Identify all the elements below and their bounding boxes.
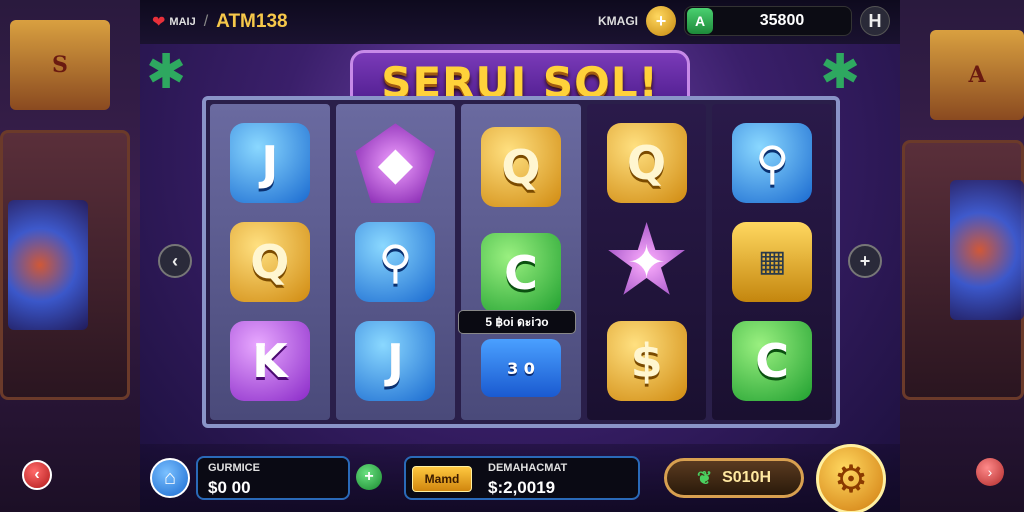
balance-value: 35800 xyxy=(759,12,805,29)
symbol-blue-ring: ⚲ xyxy=(732,123,813,204)
palm-tree-left-icon: ✱ xyxy=(146,46,187,99)
balance-panel: GURMICE $0 00 xyxy=(196,456,350,500)
symbol-purple-gem: ◆ xyxy=(355,123,436,204)
add-coins-button[interactable]: + xyxy=(646,6,676,36)
chevron-left-icon: ‹ xyxy=(172,250,178,271)
coin-icon: A xyxy=(687,8,713,34)
symbol-purple-star: ✦ xyxy=(608,221,685,295)
symbol-purple-letter-k: K xyxy=(229,320,310,401)
title-separator: / xyxy=(203,13,209,30)
plus-icon: + xyxy=(655,10,667,31)
symbol-gold-machine: ▦ xyxy=(732,221,813,302)
reel-1: J Q K xyxy=(210,104,330,420)
coins-label: KMAGI xyxy=(598,14,638,28)
symbol-blue-letter-j: J xyxy=(355,320,436,401)
back-button[interactable]: ‹ xyxy=(22,460,52,490)
chevron-left-icon: ‹ xyxy=(34,466,40,483)
brand-label: MAIJ xyxy=(169,16,196,28)
add-balance-button[interactable]: + xyxy=(356,464,382,490)
reel-2: ◆ ⚲ J xyxy=(335,104,456,420)
plus-icon: + xyxy=(859,250,871,271)
spin-settings-button[interactable]: ⚙ xyxy=(816,444,886,512)
arrow-right-icon: › xyxy=(987,464,993,480)
symbol-blue-letter-j: J xyxy=(229,123,310,204)
reel-5: ⚲ ▦ C xyxy=(712,104,832,420)
arcade-sign-right: A xyxy=(930,30,1024,120)
leaf-icon: ❦ xyxy=(696,467,713,488)
game-title: ATM138 xyxy=(216,11,288,32)
previous-arrow-button[interactable]: ‹ xyxy=(158,244,192,278)
plus-icon: + xyxy=(364,468,374,485)
home-button[interactable]: ⌂ xyxy=(150,458,190,498)
total-panel: Mamd DEMAHACMAT $:2,0019 xyxy=(404,456,640,500)
arcade-screen-right xyxy=(950,180,1024,320)
gear-icon: ⚙ xyxy=(833,458,869,501)
reel-frame: J Q K ◆ ⚲ J Q C 3 0 Q ✦ $ ⚲ ▦ C 5 ฿oi ด‌… xyxy=(202,96,840,428)
bottom-bar: ⌂ GURMICE $0 00 + Mamd DEMAHACMAT $:2,00… xyxy=(140,444,900,512)
slot-game: ❤ MAIJ / ATM138 KMAGI + A 35800 H ✱ ✱ SE… xyxy=(140,0,900,512)
bet-amount-button[interactable]: ❦ S010H xyxy=(664,458,804,498)
symbol-blue-ring: ⚲ xyxy=(355,221,436,302)
balance-panel-label: GURMICE xyxy=(208,462,260,474)
symbol-gold-dollar: $ xyxy=(606,320,687,401)
balance-display: A 35800 xyxy=(684,6,852,36)
palm-tree-right-icon: ✱ xyxy=(820,46,861,99)
symbol-gold-letter-q: Q xyxy=(229,221,310,302)
menu-button[interactable]: H xyxy=(860,6,890,36)
win-line-tag: 5 ฿oi ด‌ะi‌วo xyxy=(458,310,576,334)
heart-icon: ❤ xyxy=(152,14,166,31)
symbol-gold-letter-q: Q xyxy=(606,123,687,204)
total-panel-value: $:2,0019 xyxy=(488,478,556,497)
home-icon: ⌂ xyxy=(163,466,177,489)
reel-3: Q C 3 0 xyxy=(461,104,581,420)
next-arrow-button[interactable]: + xyxy=(848,244,882,278)
arcade-screen-left xyxy=(8,200,88,330)
total-panel-label: DEMAHACMAT xyxy=(488,462,568,474)
top-right-controls: KMAGI + A 35800 H xyxy=(598,6,890,36)
reel-4: Q ✦ $ xyxy=(586,104,707,420)
top-bar: ❤ MAIJ / ATM138 KMAGI + A 35800 H xyxy=(140,0,900,44)
symbol-blue-box: 3 0 xyxy=(480,339,561,397)
bet-amount-value: S010H xyxy=(722,469,771,486)
hash-icon: H xyxy=(868,10,882,31)
menu-label-button[interactable]: Mamd xyxy=(412,466,472,492)
symbol-green-letter-c: C xyxy=(732,320,813,401)
symbol-gold-letter-q: Q xyxy=(480,127,561,207)
arcade-sign-left: S xyxy=(10,20,110,110)
arcade-button-right: › xyxy=(976,458,1004,486)
balance-panel-value: $0 00 xyxy=(208,478,251,497)
symbol-green-letter-c: C xyxy=(480,233,561,313)
